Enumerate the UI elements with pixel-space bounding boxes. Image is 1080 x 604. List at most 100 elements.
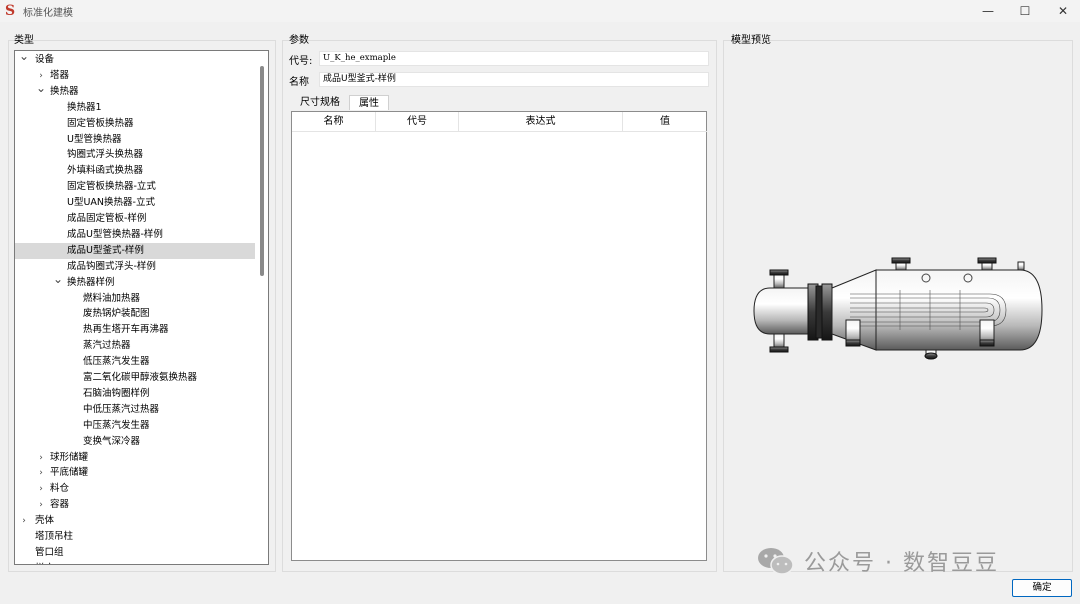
tree-item-label: 换热器1 <box>67 101 102 113</box>
tree-item-label: 成品U型管换热器-样例 <box>67 228 163 240</box>
tree-item-label: 燃料油加热器 <box>83 292 141 304</box>
watermark-text: 公众号 · 数智豆豆 <box>804 551 999 576</box>
column-header-expression[interactable]: 表达式 <box>459 112 623 132</box>
tree-item[interactable]: 成品U型釜式-样例 <box>15 242 255 259</box>
minimize-button[interactable]: — <box>968 0 1008 22</box>
tree-item[interactable]: ⌄ 设备 <box>15 51 255 68</box>
tab-size-spec[interactable]: 尺寸规格 <box>292 95 348 110</box>
tree-item[interactable]: U型管换热器 <box>15 132 255 148</box>
tree-item-label: 热再生塔开车再沸器 <box>83 324 169 336</box>
chevron-down-icon[interactable]: ⌄ <box>53 271 63 287</box>
tree-item[interactable]: U型UAN换热器-立式 <box>15 195 255 211</box>
maximize-button[interactable]: ☐ <box>1005 0 1045 22</box>
tree-item[interactable]: 中低压蒸汽过热器 <box>15 402 255 418</box>
column-header-code[interactable]: 代号 <box>376 112 459 132</box>
tree-item-label: 固定管板换热器 <box>67 117 134 129</box>
tree-item[interactable]: 成品钩圈式浮头-样例 <box>15 259 255 275</box>
tree-item-label: 平底储罐 <box>50 467 89 479</box>
chevron-right-icon[interactable]: › <box>36 450 46 466</box>
tree-item[interactable]: 固定管板换热器 <box>15 116 255 132</box>
tree-item-label: 蒸汽过热器 <box>83 340 131 352</box>
code-label: 代号: <box>289 56 313 67</box>
tree-item-label: 容器 <box>50 499 70 511</box>
close-button[interactable]: ✕ <box>1043 0 1080 22</box>
tree-item[interactable]: ⌄ 换热器 <box>15 81 255 100</box>
tree-item-label: 石脑油钩圈样例 <box>83 387 150 399</box>
watermark: 公众号 · 数智豆豆 <box>756 545 999 577</box>
tree-item-label: 设备 <box>35 54 55 65</box>
tab-properties[interactable]: 属性 <box>349 95 389 110</box>
tree-item[interactable]: 管口组 <box>15 545 255 561</box>
tree-item[interactable]: › 球形储罐 <box>15 450 255 466</box>
type-tree[interactable]: ⌄ 设备 › 塔器 ⌄ 换热器 换热器1 固定管板换热器 U型管换热器 钩圈式浮头换热器 外填料函式… <box>14 50 269 565</box>
tree-item[interactable]: 成品固定管板-样例 <box>15 211 255 227</box>
tree-item-label: 中低压蒸汽过热器 <box>83 403 160 415</box>
chevron-down-icon[interactable]: ⌄ <box>36 80 46 96</box>
tree-item[interactable]: 变换气深冷器 <box>15 434 255 450</box>
chevron-right-icon[interactable]: › <box>19 561 29 565</box>
tree-item[interactable]: › 梯床 <box>15 561 255 565</box>
chevron-right-icon[interactable]: › <box>36 497 46 513</box>
wechat-icon <box>758 548 794 575</box>
heat-exchanger-model-image <box>753 257 1043 360</box>
tree-item[interactable]: 固定管板换热器-立式 <box>15 179 255 195</box>
tree-item[interactable]: 富二氧化碳甲醇液氨换热器 <box>15 370 255 386</box>
tree-item[interactable]: 成品U型管换热器-样例 <box>15 227 255 243</box>
tree-item[interactable]: 外填料函式换热器 <box>15 163 255 179</box>
tree-item-label: 换热器样例 <box>67 276 115 288</box>
tree-item-label: 富二氧化碳甲醇液氨换热器 <box>83 372 198 383</box>
tree-item[interactable]: 石脑油钩圈样例 <box>15 386 255 402</box>
tree-item-label: 球形储罐 <box>50 451 89 463</box>
chevron-right-icon[interactable]: › <box>36 465 46 481</box>
tree-item-label: 梯床 <box>35 561 54 564</box>
tree-item-label: 变换气深冷器 <box>83 435 141 447</box>
tree-item-label: 换热器 <box>50 85 79 97</box>
tree-item-label: 成品钩圈式浮头-样例 <box>67 260 156 272</box>
tree-item[interactable]: 废热锅炉装配图 <box>15 306 255 322</box>
tree-item[interactable]: 换热器1 <box>15 100 255 116</box>
tree-scrollbar-thumb[interactable] <box>260 66 264 276</box>
app-logo-icon: S <box>5 3 16 19</box>
preview-panel-title: 模型预览 <box>731 35 771 46</box>
tree-item[interactable]: 热再生塔开车再沸器 <box>15 322 255 338</box>
tree-item[interactable]: 低压蒸汽发生器 <box>15 354 255 370</box>
tree-item-label: 管口组 <box>35 546 64 558</box>
column-header-value[interactable]: 值 <box>623 112 707 132</box>
params-table[interactable]: 名称 代号 表达式 值 <box>291 111 707 561</box>
tree-item[interactable]: 燃料油加热器 <box>15 291 255 307</box>
tree-item-label: 钩圈式浮头换热器 <box>67 149 144 161</box>
tree-item[interactable]: 钩圈式浮头换热器 <box>15 147 255 163</box>
code-field[interactable]: U_K_he_exmaple <box>319 51 709 66</box>
tree-item-label: 壳体 <box>35 515 55 527</box>
tree-item[interactable]: › 平底储罐 <box>15 465 255 481</box>
tree-item-label: 塔器 <box>50 69 70 81</box>
tree-item[interactable]: › 料仓 <box>15 481 255 497</box>
column-header-name[interactable]: 名称 <box>292 112 376 132</box>
name-field[interactable]: 成品U型釜式-样例 <box>319 72 709 87</box>
tree-item[interactable]: ⌄ 换热器样例 <box>15 272 255 291</box>
tree-item-label: 塔顶吊柱 <box>35 531 74 542</box>
tree-item-label: 废热锅炉装配图 <box>83 308 150 320</box>
tree-item[interactable]: › 塔器 <box>15 68 255 84</box>
tree-item[interactable]: › 容器 <box>15 497 255 513</box>
tree-item-label: 低压蒸汽发生器 <box>83 356 150 368</box>
title-bar: S 标准化建模 — ☐ ✕ <box>0 0 1080 22</box>
tree-item-label: 中压蒸汽发生器 <box>83 419 150 431</box>
tree-item-label: 外填料函式换热器 <box>67 165 144 177</box>
ok-button[interactable]: 确定 <box>1012 579 1072 597</box>
params-panel-title: 参数 <box>289 35 309 46</box>
tree-item-label: U型UAN换热器-立式 <box>67 197 155 209</box>
tree-item[interactable]: › 壳体 <box>15 513 255 529</box>
name-label: 名称 <box>289 77 309 88</box>
tree-item[interactable]: 蒸汽过热器 <box>15 338 255 354</box>
chevron-right-icon[interactable]: › <box>19 513 29 529</box>
tree-item[interactable]: 中压蒸汽发生器 <box>15 418 255 434</box>
window-title: 标准化建模 <box>23 8 73 19</box>
chevron-down-icon[interactable]: ⌄ <box>19 51 29 64</box>
tree-item-label: 成品固定管板-样例 <box>67 213 147 224</box>
tree-item-label: 成品U型釜式-样例 <box>67 244 144 256</box>
tree-item[interactable]: 塔顶吊柱 <box>15 529 255 545</box>
tree-item-label: 固定管板换热器-立式 <box>67 181 156 193</box>
type-panel-title: 类型 <box>14 35 34 46</box>
chevron-right-icon[interactable]: › <box>36 481 46 497</box>
